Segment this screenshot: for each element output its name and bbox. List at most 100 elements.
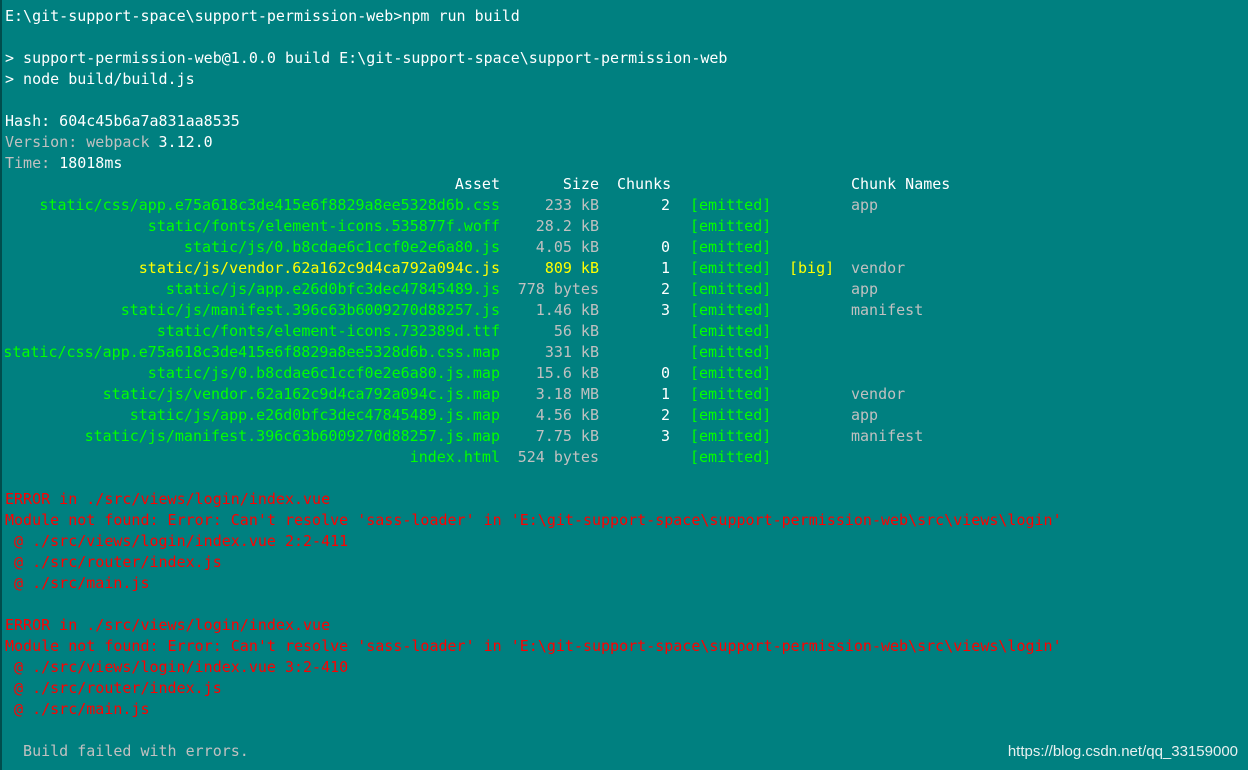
npm-script-line: > support-permission-web@1.0.0 build E:\… [5, 49, 728, 67]
asset-chunk-names: app [851, 406, 879, 424]
asset-status: [emitted] [690, 259, 772, 277]
asset-size: 15.6 kB [535, 364, 599, 382]
asset-chunk-names: vendor [851, 259, 906, 277]
node-command-line: > node build/build.js [5, 70, 195, 88]
asset-name: static/fonts/element-icons.535877f.woff [147, 217, 500, 235]
asset-status: [emitted] [690, 448, 772, 466]
error-trace-line: @ ./src/main.js [5, 574, 150, 592]
asset-chunks: 2 [660, 280, 670, 298]
time-value: 18018ms [59, 154, 123, 172]
asset-chunks: 1 [660, 259, 670, 277]
asset-chunks: 3 [660, 301, 670, 319]
asset-chunk-names: app [851, 280, 879, 298]
watermark-url: https://blog.csdn.net/qq_33159000 [1007, 743, 1238, 760]
asset-row: static/css/app.e75a618c3de415e6f8829a8ee… [5, 195, 1243, 216]
asset-row: static/js/manifest.396c63b6009270d88257.… [5, 300, 1243, 321]
version-value: 3.12.0 [158, 133, 213, 151]
asset-row: static/js/app.e26d0bfc3dec47845489.js.ma… [5, 405, 1243, 426]
asset-chunk-names: app [851, 196, 879, 214]
terminal-output[interactable]: E:\git-support-space\support-permission-… [5, 6, 1243, 766]
asset-size: 28.2 kB [535, 217, 599, 235]
asset-name: static/js/manifest.396c63b6009270d88257.… [84, 427, 500, 445]
asset-size: 233 kB [544, 196, 599, 214]
asset-status: [emitted] [690, 196, 772, 214]
asset-status: [emitted] [690, 364, 772, 382]
asset-name: static/js/0.b8cdae6c1ccf0e2e6a80.js [183, 238, 500, 256]
asset-chunk-names: manifest [851, 427, 924, 445]
asset-row: static/js/vendor.62a162c9d4ca792a094c.js… [5, 384, 1243, 405]
asset-status: [emitted] [690, 301, 772, 319]
asset-status: [emitted] [690, 238, 772, 256]
asset-size: 3.18 MB [535, 385, 599, 403]
asset-chunks: 0 [660, 364, 670, 382]
window-left-border [0, 0, 2, 770]
asset-chunks: 0 [660, 238, 670, 256]
error-message: Module not found: Error: Can't resolve '… [5, 511, 1062, 529]
asset-size: 524 bytes [517, 448, 599, 466]
asset-name: static/js/vendor.62a162c9d4ca792a094c.js… [102, 385, 500, 403]
header-size: Size [562, 175, 599, 193]
asset-chunks: 3 [660, 427, 670, 445]
asset-status: [emitted] [690, 385, 772, 403]
asset-size: 56 kB [553, 322, 599, 340]
command-prompt-line: E:\git-support-space\support-permission-… [5, 7, 520, 25]
error-trace-line: @ ./src/router/index.js [5, 553, 222, 571]
asset-size: 809 kB [544, 259, 599, 277]
asset-row: static/js/0.b8cdae6c1ccf0e2e6a80.js.map 1… [5, 363, 1243, 384]
asset-chunks: 2 [660, 196, 670, 214]
asset-status: [emitted] [690, 343, 772, 361]
version-label: Version: webpack [5, 133, 159, 151]
time-label: Time: [5, 154, 60, 172]
asset-size: 4.56 kB [535, 406, 599, 424]
build-time-line: Time: 18018ms [5, 153, 1243, 174]
build-hash: Hash: 604c45b6a7a831aa8535 [5, 112, 240, 130]
header-chunk-names: Chunk Names [851, 175, 951, 193]
asset-name: static/fonts/element-icons.732389d.ttf [156, 322, 500, 340]
asset-status: [emitted] [690, 406, 772, 424]
asset-row: static/js/0.b8cdae6c1ccf0e2e6a80.js 4.05 … [5, 237, 1243, 258]
asset-row: static/fonts/element-icons.732389d.ttf 56… [5, 321, 1243, 342]
error-message: Module not found: Error: Can't resolve '… [5, 637, 1062, 655]
asset-flag: [big] [789, 259, 835, 277]
error-trace-line: @ ./src/views/login/index.vue 2:2-411 [5, 532, 349, 550]
asset-table-body: static/css/app.e75a618c3de415e6f8829a8ee… [5, 195, 1243, 468]
asset-table-header: Asset Size Chunks Chunk Names [5, 174, 1243, 195]
error-trace-line: @ ./src/views/login/index.vue 3:2-410 [5, 658, 349, 676]
asset-status: [emitted] [690, 217, 772, 235]
asset-chunks: 1 [660, 385, 670, 403]
asset-row: static/css/app.e75a618c3de415e6f8829a8ee… [5, 342, 1243, 363]
asset-status: [emitted] [690, 427, 772, 445]
asset-name: static/css/app.e75a618c3de415e6f8829a8ee… [39, 196, 500, 214]
asset-name: static/js/manifest.396c63b6009270d88257.… [120, 301, 500, 319]
asset-name: static/js/app.e26d0bfc3dec47845489.js.ma… [129, 406, 500, 424]
header-asset: Asset [454, 175, 500, 193]
asset-status: [emitted] [690, 280, 772, 298]
asset-size: 7.75 kB [535, 427, 599, 445]
error-trace-line: @ ./src/router/index.js [5, 679, 222, 697]
asset-name: static/js/0.b8cdae6c1ccf0e2e6a80.js.map [147, 364, 500, 382]
asset-size: 4.05 kB [535, 238, 599, 256]
asset-name: index.html [409, 448, 500, 466]
asset-name: static/js/app.e26d0bfc3dec47845489.js [165, 280, 500, 298]
asset-size: 331 kB [544, 343, 599, 361]
asset-status: [emitted] [690, 322, 772, 340]
header-chunks: Chunks [617, 175, 672, 193]
asset-row: static/js/app.e26d0bfc3dec47845489.js 778… [5, 279, 1243, 300]
asset-row: static/js/manifest.396c63b6009270d88257.… [5, 426, 1243, 447]
asset-size: 1.46 kB [535, 301, 599, 319]
webpack-version-line: Version: webpack 3.12.0 [5, 132, 1243, 153]
asset-chunk-names: manifest [851, 301, 924, 319]
asset-size: 778 bytes [517, 280, 599, 298]
asset-row: static/js/vendor.62a162c9d4ca792a094c.js… [5, 258, 1243, 279]
asset-row: index.html 524 bytes [emitted] [5, 447, 1243, 468]
asset-name: static/js/vendor.62a162c9d4ca792a094c.js [138, 259, 500, 277]
asset-row: static/fonts/element-icons.535877f.woff 2… [5, 216, 1243, 237]
asset-chunk-names: vendor [851, 385, 906, 403]
error-title: ERROR in ./src/views/login/index.vue [5, 616, 331, 634]
error-trace-line: @ ./src/main.js [5, 700, 150, 718]
